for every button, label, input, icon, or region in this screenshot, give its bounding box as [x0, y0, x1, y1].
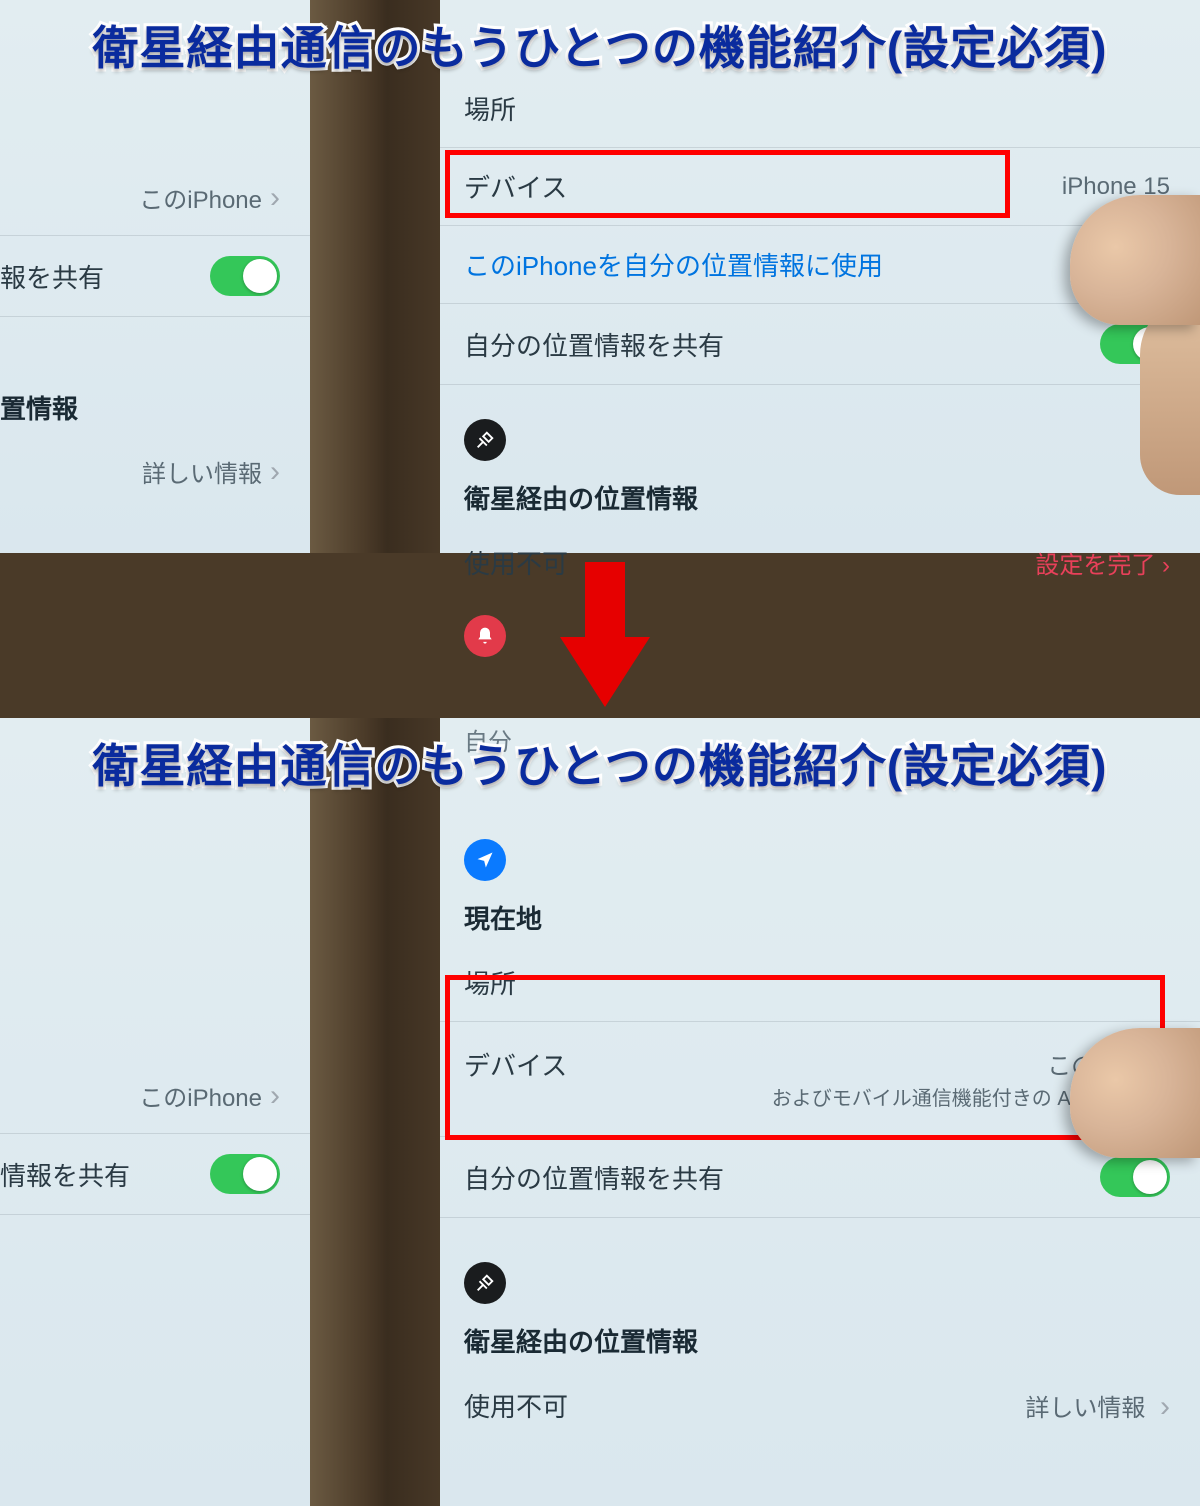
row-share-location-left[interactable]: 情報を共有: [0, 1134, 310, 1215]
row-unavailable[interactable]: 使用不可 詳しい情報 ›: [440, 1367, 1200, 1444]
chevron-right-icon: ›: [1160, 1390, 1170, 1423]
share-label: 報を共有: [0, 258, 104, 295]
current-location-header: 現在地: [440, 887, 1200, 944]
unavailable-label: 使用不可: [464, 544, 568, 581]
satellite-icon: [464, 1262, 506, 1304]
table-gap: [310, 0, 450, 553]
left-phone-top: このiPhone › 報を共有 置情報 詳しい情報 ›: [0, 0, 310, 553]
satellite-header: 衛星経由の位置情報: [440, 467, 1200, 524]
this-iphone-value: このiPhone: [139, 1078, 262, 1113]
chevron-right-icon: ›: [270, 1079, 280, 1113]
highlight-box-bottom: [445, 975, 1165, 1140]
caption-bottom: 衛星経由通信のもうひとつの機能紹介(設定必須): [0, 730, 1200, 796]
chevron-right-icon: ›: [270, 181, 280, 215]
complete-setup-link[interactable]: 設定を完了 ›: [1035, 545, 1170, 580]
row-share-location[interactable]: 自分の位置情報を共有: [440, 304, 1200, 385]
share-toggle[interactable]: [210, 1154, 280, 1194]
finger-side: [1140, 295, 1200, 495]
location-label: 場所: [464, 90, 516, 127]
share-label: 情報を共有: [0, 1156, 130, 1193]
row-share-location[interactable]: 自分の位置情報を共有: [440, 1137, 1200, 1218]
share-location-toggle[interactable]: [1100, 1157, 1170, 1197]
more-info-label: 詳しい情報: [142, 454, 262, 489]
more-info-link[interactable]: 詳しい情報 ›: [1025, 1388, 1170, 1424]
share-location-label: 自分の位置情報を共有: [464, 326, 724, 363]
unavailable-label: 使用不可: [464, 1387, 568, 1424]
location-arrow-icon: [464, 839, 506, 881]
chevron-right-icon: ›: [270, 455, 280, 489]
share-location-label: 自分の位置情報を共有: [464, 1159, 724, 1196]
this-iphone-value: このiPhone: [139, 180, 262, 215]
caption-top: 衛星経由通信のもうひとつの機能紹介(設定必須): [0, 12, 1200, 78]
use-this-iphone-label: このiPhoneを自分の位置情報に使用: [464, 246, 883, 283]
left-phone-bottom: このiPhone › 情報を共有: [0, 718, 310, 1506]
satellite-header: 衛星経由の位置情報: [440, 1310, 1200, 1367]
location-info-header: 置情報: [0, 377, 310, 434]
row-this-iphone[interactable]: このiPhone ›: [0, 160, 310, 236]
top-panel: このiPhone › 報を共有 置情報 詳しい情報 › 場所 デバイス iPho…: [0, 0, 1200, 553]
row-location[interactable]: 場所: [440, 70, 1200, 148]
share-toggle[interactable]: [210, 256, 280, 296]
table-gap: [310, 718, 450, 1506]
satellite-icon: [464, 419, 506, 461]
row-unavailable[interactable]: 使用不可 設定を完了 ›: [440, 524, 1200, 601]
row-share-location-left[interactable]: 報を共有: [0, 236, 310, 317]
row-more-info[interactable]: 詳しい情報 ›: [0, 434, 310, 509]
bell-icon: [464, 615, 506, 657]
arrow-down-icon: [560, 562, 650, 712]
highlight-box-top: [445, 150, 1010, 218]
row-this-iphone[interactable]: このiPhone ›: [0, 1058, 310, 1134]
